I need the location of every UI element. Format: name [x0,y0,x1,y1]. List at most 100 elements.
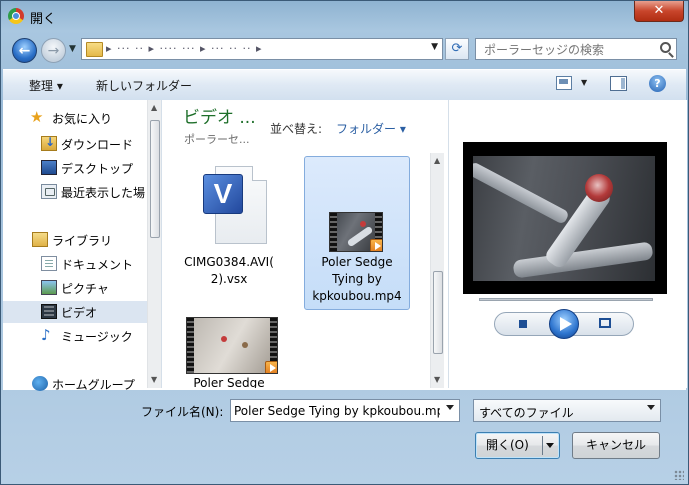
play-icon[interactable] [549,309,579,339]
download-folder-icon [41,135,57,151]
file-item-mp4-selected[interactable]: Poler Sedge Tying by kpkoubou.mp4 [304,156,410,310]
chevron-down-icon[interactable] [647,405,655,410]
sidebar-item-music[interactable]: ♪ ミュージック [3,325,147,347]
visio-file-icon: V [203,166,267,244]
library-title: ビデオ ... [183,108,256,128]
recent-locations-dropdown[interactable]: ▼ [69,44,76,54]
new-folder-button[interactable]: 新しいフォルダー [96,77,192,94]
desktop-icon [41,160,57,175]
sidebar-item-documents[interactable]: ドキュメント [3,253,147,275]
open-button-label: 開く(O) [486,438,529,452]
stop-icon[interactable] [519,320,527,328]
scroll-up-icon[interactable]: ▲ [151,103,157,112]
window-title: 開く [30,12,57,27]
video-thumbnail [186,317,278,374]
video-preview [463,142,667,294]
sidebar-item-homegroup[interactable]: ホームグループ [3,373,147,395]
scroll-down-icon[interactable]: ▼ [434,375,440,384]
file-list-scrollbar[interactable]: ▲ ▼ [430,153,444,388]
search-input[interactable] [482,40,656,60]
library-subtitle: ポーラーセ... [184,133,250,146]
play-badge-icon [265,361,277,373]
fullscreen-icon[interactable] [599,318,611,328]
play-badge-icon [370,239,382,251]
search-box[interactable] [475,38,677,60]
file-type-filter[interactable]: すべてのファイル [473,399,661,422]
organize-button[interactable]: 整理 ▾ [29,77,63,94]
filename-input[interactable] [234,401,440,420]
sidebar-item-label: ミュージック [61,330,133,344]
split-divider [542,436,543,455]
preview-pane [448,100,687,388]
file-item-vsx[interactable]: V CIMG0384.AVI( 2).vsx [178,160,280,290]
sidebar-item-downloads[interactable]: ダウンロード [3,133,147,155]
sidebar-item-label: ピクチャ [61,282,109,296]
back-button[interactable]: ← [12,38,37,63]
sidebar-item-label: 最近表示した場 [61,186,146,200]
recent-places-icon [41,184,57,199]
navigation-pane: ★ お気に入り ダウンロード デスクトップ 最近表示した場 ライブラリ ド [3,100,162,392]
sidebar-item-label: ダウンロード [61,138,134,152]
resize-grip[interactable] [674,470,684,480]
sidebar-item-favorites[interactable]: ★ お気に入り [3,107,147,129]
sidebar-item-label: ホームグループ [52,378,135,392]
chevron-down-icon[interactable] [446,405,454,410]
open-file-dialog: 開く ✕ ← → ▼ ▸ ··· ·· ▸ ···· ··· ▸ ··· ·· … [0,0,689,485]
homegroup-icon [32,376,48,391]
video-thumbnail [329,212,383,252]
close-button[interactable]: ✕ [634,1,684,22]
music-icon: ♪ [41,326,51,344]
title-bar: 開く ✕ [1,1,688,33]
cancel-button[interactable]: キャンセル [572,432,660,459]
open-options-dropdown[interactable] [546,443,554,448]
playback-controls [494,309,634,339]
navigation-scrollbar[interactable]: ▲ ▼ [147,100,161,388]
file-item-mp4-2[interactable]: Poler Sedge [178,314,280,388]
refresh-button[interactable]: ⟳ [445,38,469,60]
scroll-down-icon[interactable]: ▼ [151,375,157,384]
file-list-pane: ビデオ ... ポーラーセ... 並べ替え: フォルダー ▾ V CIMG038… [163,100,446,388]
sidebar-item-label: ドキュメント [61,258,134,272]
sidebar-item-label: ライブラリ [52,234,113,248]
library-icon [32,232,48,247]
video-icon [41,304,57,319]
file-name: Poler Sedge [193,376,265,388]
file-name: CIMG0384.AVI( [184,255,274,269]
scroll-up-icon[interactable]: ▲ [434,156,440,165]
sidebar-item-recent-places[interactable]: 最近表示した場 [3,181,147,203]
search-icon[interactable] [660,42,671,53]
document-icon [41,256,57,271]
star-icon: ★ [30,108,44,126]
file-name: Tying by [332,272,382,286]
help-icon[interactable]: ? [649,75,666,92]
arrange-by-dropdown[interactable]: フォルダー ▾ [336,120,406,137]
toolbar: 整理 ▾ 新しいフォルダー ▼ ? [3,69,686,101]
chrome-icon [8,8,24,24]
sidebar-item-label: お気に入り [52,112,113,126]
sidebar-item-desktop[interactable]: デスクトップ [3,157,147,179]
filename-combobox[interactable] [230,399,460,422]
sidebar-item-videos[interactable]: ビデオ [3,301,147,323]
sidebar-item-label: デスクトップ [61,162,134,176]
folder-icon [86,42,103,57]
arrange-by-label: 並べ替え: [270,122,323,136]
scrollbar-thumb[interactable] [150,120,160,238]
file-name: Poler Sedge [321,255,393,269]
preview-pane-icon[interactable] [610,76,627,91]
main-area: ★ お気に入り ダウンロード デスクトップ 最近表示した場 ライブラリ ド [3,100,687,392]
address-bar[interactable]: ▸ ··· ·· ▸ ···· ··· ▸ ··· ·· ·· ▸ ▼ [81,38,443,60]
forward-button[interactable]: → [41,38,66,63]
view-options-dropdown[interactable]: ▼ [581,78,587,87]
file-name: kpkoubou.mp4 [312,289,402,303]
address-path: ▸ ··· ·· ▸ ···· ··· ▸ ··· ·· ·· ▸ [106,42,263,55]
scrollbar-thumb[interactable] [433,271,443,354]
open-button[interactable]: 開く(O) [475,432,560,459]
sidebar-item-libraries[interactable]: ライブラリ [3,229,147,251]
address-dropdown-icon[interactable]: ▼ [431,42,438,52]
seek-bar[interactable] [479,298,653,301]
change-view-icon[interactable] [556,76,572,90]
sidebar-item-label: ビデオ [61,306,98,320]
file-name: 2).vsx [210,272,248,286]
sidebar-item-pictures[interactable]: ピクチャ [3,277,147,299]
file-type-value: すべてのファイル [479,406,574,420]
